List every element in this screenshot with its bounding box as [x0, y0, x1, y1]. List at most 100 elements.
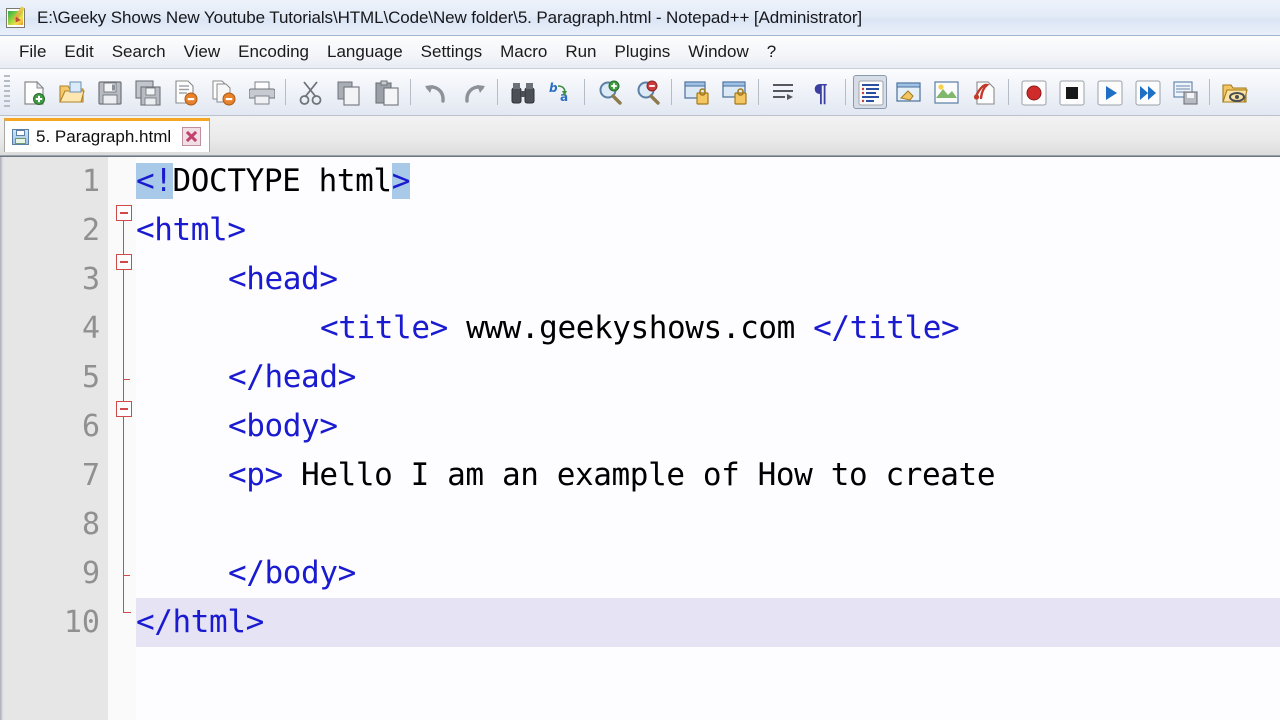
- menu-item-edit[interactable]: Edit: [55, 40, 102, 64]
- code-text: <body>: [228, 402, 338, 451]
- copy-icon[interactable]: [331, 75, 365, 109]
- tab-5-paragraph-html[interactable]: 5. Paragraph.html: [4, 118, 211, 152]
- close-file-icon[interactable]: [168, 75, 202, 109]
- new-file-icon[interactable]: [16, 75, 50, 109]
- code-segment: </title>: [813, 310, 960, 346]
- menu-item-macro[interactable]: Macro: [491, 40, 556, 64]
- code-line-8[interactable]: 8: [0, 500, 1280, 549]
- menu-item-file[interactable]: File: [10, 40, 55, 64]
- record-macro-icon[interactable]: [1016, 75, 1050, 109]
- line-number: 6: [81, 409, 100, 444]
- toolbar-separator: [758, 79, 759, 105]
- code-line-7[interactable]: 7 <p> Hello I am an example of How to cr…: [0, 451, 1280, 500]
- paste-icon[interactable]: [369, 75, 403, 109]
- title-bar: E:\Geeky Shows New Youtube Tutorials\HTM…: [0, 0, 1280, 36]
- menu-item-encoding[interactable]: Encoding: [229, 40, 318, 64]
- run-multiple-macro-icon[interactable]: [1130, 75, 1164, 109]
- code-line-5[interactable]: 5 </head>: [0, 353, 1280, 402]
- play-macro-icon[interactable]: [1092, 75, 1126, 109]
- line-number: 5: [81, 360, 100, 395]
- save-macro-icon[interactable]: [1168, 75, 1202, 109]
- zoom-out-icon[interactable]: [630, 75, 664, 109]
- code-segment: </html>: [136, 604, 264, 640]
- menu-bar: File Edit Search View Encoding Language …: [0, 36, 1280, 69]
- line-number: 9: [81, 556, 100, 591]
- notepad-plus-plus-icon: [5, 5, 29, 30]
- line-number: 8: [81, 507, 100, 542]
- toolbar: b a ¶: [0, 69, 1280, 116]
- line-number: 2: [81, 213, 100, 248]
- code-segment: Hello I am an example of How to create: [282, 457, 996, 493]
- code-line-1[interactable]: 1 <!DOCTYPE html>: [0, 157, 1280, 206]
- toolbar-separator: [497, 79, 498, 105]
- close-all-icon[interactable]: [206, 75, 240, 109]
- code-line-10[interactable]: 10 </html>: [0, 598, 1280, 647]
- user-defined-dialog-icon[interactable]: [891, 75, 925, 109]
- function-list-icon[interactable]: [967, 75, 1001, 109]
- sync-horizontal-icon[interactable]: [717, 75, 751, 109]
- code-segment: >: [391, 163, 410, 199]
- cut-scissors-icon[interactable]: [293, 75, 327, 109]
- code-line-2[interactable]: 2 <html>: [0, 206, 1280, 255]
- code-line-4[interactable]: 4 <title> www.geekyshows.com </title>: [0, 304, 1280, 353]
- tab-bar: 5. Paragraph.html: [0, 116, 1280, 156]
- toolbar-separator: [584, 79, 585, 105]
- close-icon[interactable]: [182, 127, 202, 146]
- menu-item-view[interactable]: View: [175, 40, 230, 64]
- code-line-6[interactable]: 6 <body>: [0, 402, 1280, 451]
- saved-file-icon: [12, 128, 30, 146]
- tab-label: 5. Paragraph.html: [36, 126, 172, 146]
- code-text: </head>: [228, 353, 356, 402]
- open-folder-icon[interactable]: [54, 75, 88, 109]
- menu-item-settings[interactable]: Settings: [412, 40, 491, 64]
- code-text: <html>: [136, 206, 246, 255]
- indent-guide-icon[interactable]: [853, 75, 887, 109]
- menu-item-run[interactable]: Run: [556, 40, 605, 64]
- code-segment: <title>: [320, 310, 448, 346]
- save-icon[interactable]: [92, 75, 126, 109]
- svg-text:b: b: [549, 81, 558, 95]
- svg-text:¶: ¶: [813, 80, 828, 106]
- pilcrow-icon[interactable]: ¶: [804, 75, 838, 109]
- menu-item-help[interactable]: ?: [758, 40, 785, 64]
- code-line-9[interactable]: 9 </body>: [0, 549, 1280, 598]
- code-segment: <p>: [228, 457, 283, 493]
- code-segment: <head>: [228, 261, 338, 297]
- undo-arrow-icon[interactable]: [418, 75, 452, 109]
- toolbar-separator: [1209, 79, 1210, 105]
- toolbar-separator: [671, 79, 672, 105]
- code-segment: </head>: [228, 359, 356, 395]
- menu-item-window[interactable]: Window: [679, 40, 757, 64]
- redo-arrow-icon[interactable]: [456, 75, 490, 109]
- print-icon[interactable]: [244, 75, 278, 109]
- word-wrap-icon[interactable]: [766, 75, 800, 109]
- code-segment: www.geekyshows.com: [447, 310, 814, 346]
- toolbar-grip-handle[interactable]: [4, 75, 10, 109]
- code-editor[interactable]: 1 <!DOCTYPE html> 2 <html> 3 <head> 4 <t…: [0, 156, 1280, 720]
- toolbar-separator: [285, 79, 286, 105]
- zoom-in-icon[interactable]: [592, 75, 626, 109]
- code-segment: </body>: [228, 555, 356, 591]
- code-segment: <!: [136, 163, 173, 199]
- code-segment: DOCTYPE html: [172, 163, 393, 199]
- code-text: <title> www.geekyshows.com </title>: [320, 304, 960, 353]
- stop-macro-icon[interactable]: [1054, 75, 1088, 109]
- menu-item-language[interactable]: Language: [318, 40, 412, 64]
- replace-icon[interactable]: b a: [543, 75, 577, 109]
- code-segment: <html>: [136, 212, 246, 248]
- folder-browser-icon[interactable]: [1217, 75, 1251, 109]
- code-text: </body>: [228, 549, 356, 598]
- sync-vertical-icon[interactable]: [679, 75, 713, 109]
- document-map-icon[interactable]: [929, 75, 963, 109]
- line-number: 4: [81, 311, 100, 346]
- line-number: 3: [81, 262, 100, 297]
- notepad-plus-plus-window: E:\Geeky Shows New Youtube Tutorials\HTM…: [0, 0, 1280, 720]
- save-all-icon[interactable]: [130, 75, 164, 109]
- line-number: 1: [81, 164, 100, 199]
- code-text: </html>: [136, 598, 264, 647]
- menu-item-search[interactable]: Search: [103, 40, 175, 64]
- code-text: <!DOCTYPE html>: [136, 157, 410, 206]
- find-binoculars-icon[interactable]: [505, 75, 539, 109]
- menu-item-plugins[interactable]: Plugins: [606, 40, 680, 64]
- code-line-3[interactable]: 3 <head>: [0, 255, 1280, 304]
